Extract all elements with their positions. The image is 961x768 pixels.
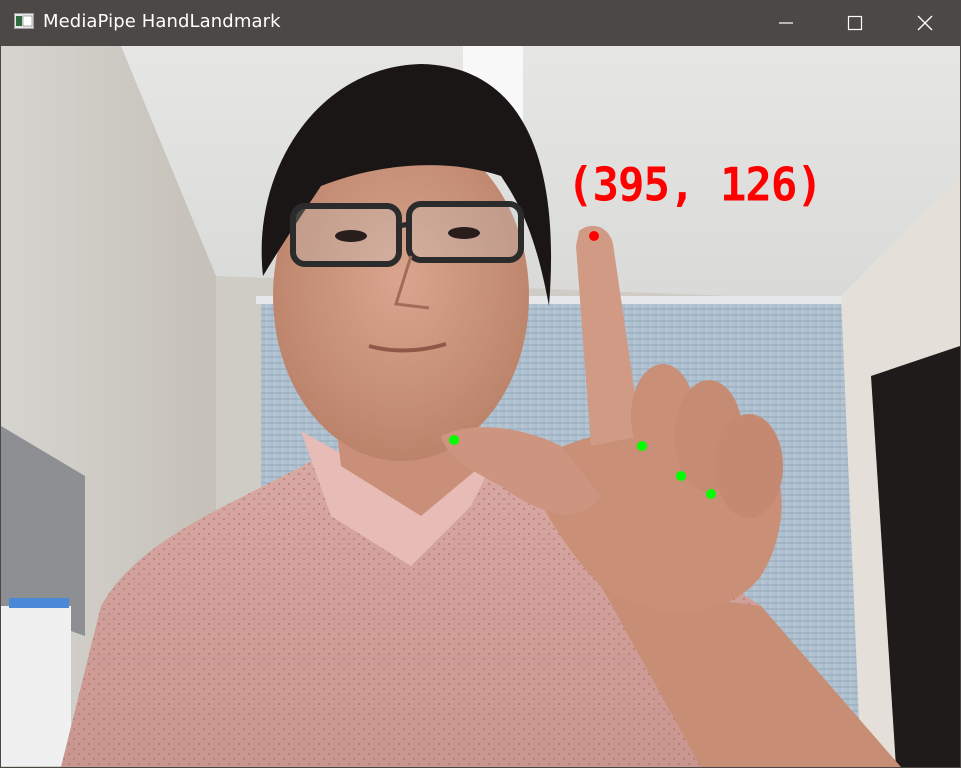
maximize-icon [847,15,863,31]
minimize-icon [778,15,794,31]
close-button[interactable] [890,0,960,46]
window-title: MediaPipe HandLandmark [43,11,281,32]
thumb-tip-landmark [449,435,459,445]
opencv-window-icon [14,13,34,29]
maximize-button[interactable] [820,0,890,46]
fingertip-coordinate-label: (395, 126) [567,158,823,213]
middle-tip-landmark [637,441,647,451]
close-icon [917,15,933,31]
app-window: MediaPipe HandLandmark (395, 126) [0,0,961,768]
index-fingertip-landmark [589,231,599,241]
camera-image [1,46,960,767]
camera-frame: (395, 126) [1,46,960,767]
minimize-button[interactable] [751,0,821,46]
ring-tip-landmark [676,471,686,481]
pinky-tip-landmark [706,489,716,499]
title-bar[interactable]: MediaPipe HandLandmark [0,0,961,46]
